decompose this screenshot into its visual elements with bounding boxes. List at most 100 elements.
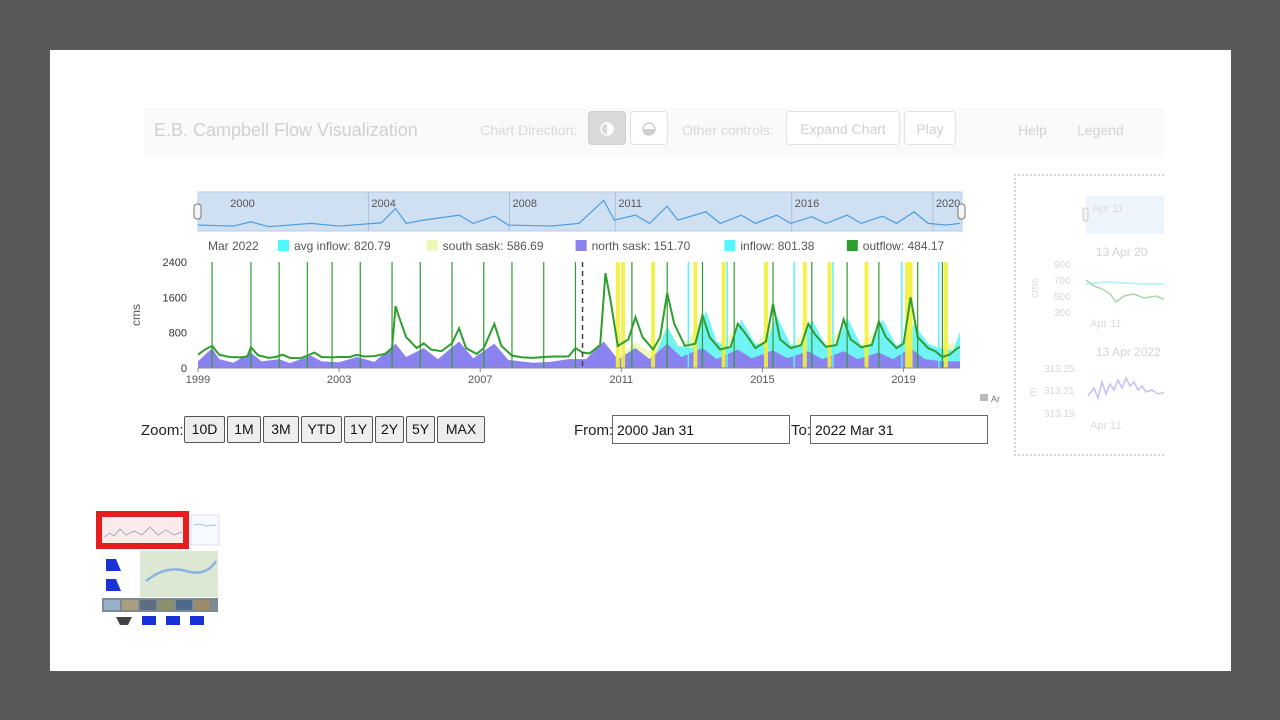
x-tick-label: 2015	[750, 374, 774, 386]
yellow-event-band	[615, 262, 620, 368]
thumbnail-photo	[158, 600, 174, 610]
zoom-2y-button[interactable]: 2Y	[375, 416, 404, 443]
yellow-event-band	[864, 262, 869, 368]
thumbnail-photo	[176, 600, 192, 610]
thumbnail-photo	[122, 600, 138, 610]
yellow-event-band	[651, 262, 656, 368]
zoom-label: Zoom:	[141, 422, 184, 439]
legend-swatch	[846, 240, 858, 251]
scroller-left-handle[interactable]	[193, 203, 202, 220]
from-label: From:	[574, 422, 614, 439]
side-plot2-tick: 313.25	[1044, 364, 1075, 375]
side-plot1-xlabel: Apr 11	[1090, 318, 1122, 330]
scroller-tick-label: 2020	[936, 198, 960, 210]
yellow-event-band	[802, 262, 807, 368]
play-button[interactable]: Play	[904, 111, 956, 145]
slide-canvas: E.B. Campbell Flow Visualization Chart D…	[50, 50, 1231, 671]
side-plot1-title: 13 Apr 20	[1096, 245, 1148, 259]
thumbnail-photo	[194, 600, 210, 610]
direction-vertical-button[interactable]	[588, 111, 626, 145]
x-tick-label: 2003	[327, 374, 351, 386]
y-tick-label: 2400	[163, 257, 187, 269]
side-plot2-xlabel: Apr 11	[1090, 420, 1122, 432]
yellow-event-band	[908, 262, 913, 368]
zoom-3m-button[interactable]: 3M	[263, 416, 299, 443]
to-date-input[interactable]	[810, 415, 988, 444]
scroller-tick-label: 2011	[618, 198, 642, 210]
legend-item-label: south sask: 586.69	[443, 239, 544, 253]
zoom-ytd-button[interactable]: YTD	[301, 416, 342, 443]
y-tick-label: 1600	[163, 292, 187, 304]
legend-item-label: north sask: 151.70	[592, 239, 691, 253]
zoom-5y-button[interactable]: 5Y	[406, 416, 435, 443]
y-tick-label: 800	[169, 328, 187, 340]
side-plot1-tick: 500	[1054, 292, 1071, 303]
legend-item-label: outflow: 484.17	[863, 239, 945, 253]
zoom-10d-button[interactable]: 10D	[184, 416, 225, 443]
yellow-event-band	[827, 262, 832, 368]
yellow-event-band	[721, 262, 726, 368]
x-tick-label: 2019	[891, 374, 915, 386]
from-date-input[interactable]	[612, 415, 790, 444]
expand-chart-button[interactable]: Expand Chart	[786, 111, 900, 145]
chart-credit[interactable]: AnyChart	[991, 394, 1000, 404]
yellow-event-band	[763, 262, 768, 368]
direction-horizontal-button[interactable]	[630, 111, 668, 145]
legend-swatch	[426, 240, 438, 251]
side-plot2-tick: 313.21	[1044, 386, 1075, 397]
yellow-event-band	[621, 262, 626, 368]
thumbnail-side-panel[interactable]	[190, 514, 220, 546]
side-scroller[interactable]	[1086, 196, 1164, 234]
chart-legend: Mar 2022 avg inflow: 820.79 south sask: 5…	[208, 239, 945, 253]
navbar: E.B. Campbell Flow Visualization Chart D…	[144, 108, 1164, 158]
zoom-max-button[interactable]: MAX	[437, 416, 485, 443]
thumbnail-chart[interactable]	[102, 517, 183, 543]
side-scroller-handle[interactable]	[1082, 207, 1089, 222]
thumbnail-photo	[104, 600, 120, 610]
thumbnail-level-icon	[190, 616, 204, 625]
other-controls-label: Other controls:	[682, 122, 774, 138]
side-panel[interactable]: Apr 11 13 Apr 20 cms 900 700 500 300 Apr…	[1014, 174, 1164, 456]
legend-item-label: inflow: 801.38	[740, 239, 814, 253]
scroller-tick-label: 2000	[230, 198, 254, 210]
scroller-background[interactable]	[197, 191, 963, 232]
thumbnail-map[interactable]	[140, 551, 218, 597]
flow-chart[interactable]: 2000 2004 2008 2011 2016 2020 Mar 2022 avg in…	[120, 180, 1000, 410]
zoom-1m-button[interactable]: 1M	[227, 416, 261, 443]
half-circle-vertical-icon	[600, 122, 614, 136]
chart-direction-label: Chart Direction:	[480, 122, 578, 138]
legend-link[interactable]: Legend	[1077, 122, 1124, 138]
side-plot2-level-line	[1087, 376, 1164, 401]
thumbnail-level-icon	[166, 616, 180, 625]
yellow-event-band	[943, 262, 948, 368]
scroller-right-handle[interactable]	[957, 203, 966, 220]
x-tick-label: 1999	[186, 374, 210, 386]
zoom-1y-button[interactable]: 1Y	[344, 416, 373, 443]
x-tick-label: 2011	[610, 374, 634, 386]
side-plot1-inflow-line	[1085, 280, 1164, 285]
side-plot1-tick: 300	[1054, 308, 1071, 319]
legend-date: Mar 2022	[208, 239, 259, 253]
side-plot1-tick: 700	[1054, 276, 1071, 287]
anychart-logo-icon	[980, 394, 988, 401]
help-link[interactable]: Help	[1018, 122, 1047, 138]
side-scroller-label: Apr 11	[1092, 203, 1124, 215]
side-plot2-title: 13 Apr 2022	[1096, 345, 1161, 359]
legend-swatch	[278, 240, 289, 251]
slide-thumbnails[interactable]	[96, 511, 226, 631]
app-title: E.B. Campbell Flow Visualization	[154, 120, 418, 140]
thumbnail-dam-icon	[116, 617, 132, 625]
legend-item-label: avg inflow: 820.79	[294, 239, 391, 253]
legend-swatch	[575, 240, 587, 251]
side-plot1-ylabel: cms	[1029, 277, 1041, 298]
side-plot1-tick: 900	[1054, 260, 1071, 271]
yellow-event-band	[693, 262, 698, 368]
to-label: To:	[791, 422, 812, 439]
legend-swatch	[724, 240, 736, 251]
thumbnail-level-icon	[142, 616, 156, 625]
side-plot2-ylabel: m	[1027, 387, 1039, 396]
thumbnail-photo	[140, 600, 156, 610]
side-plot2-tick: 313.19	[1044, 409, 1075, 420]
x-tick-label: 2007	[468, 374, 492, 386]
half-circle-horizontal-icon	[642, 122, 656, 136]
